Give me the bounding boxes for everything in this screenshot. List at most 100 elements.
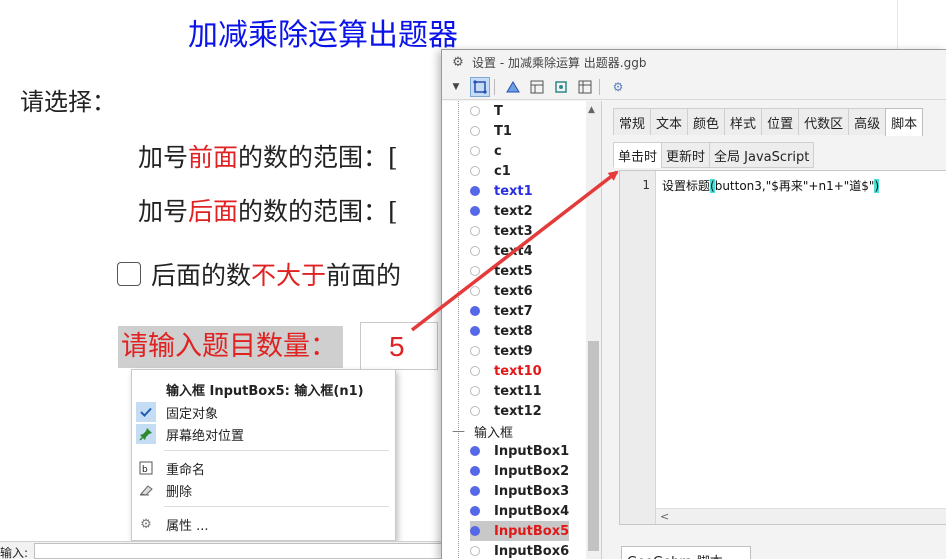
visibility-dot-icon[interactable] bbox=[470, 266, 480, 276]
subtab-2[interactable]: 全局 JavaScript bbox=[709, 142, 815, 168]
object-item[interactable]: InputBox6 bbox=[470, 541, 569, 559]
object-item[interactable]: text7 bbox=[470, 301, 533, 321]
prompt-text: 请选择： bbox=[20, 88, 116, 116]
property-tabs: 常规 文本 颜色 样式 位置 代数区 高级 脚本 bbox=[613, 108, 924, 136]
object-item[interactable]: text1 bbox=[470, 181, 533, 201]
visibility-dot-icon[interactable] bbox=[470, 406, 480, 416]
object-settings-icon[interactable] bbox=[470, 77, 490, 97]
collapse-minus-icon[interactable]: — bbox=[452, 424, 465, 439]
object-item[interactable]: InputBox4 bbox=[470, 501, 569, 521]
object-item[interactable]: InputBox1 bbox=[470, 441, 569, 461]
object-item[interactable]: text4 bbox=[470, 241, 533, 261]
visibility-dot-icon[interactable] bbox=[470, 246, 480, 256]
script-editor[interactable]: 1 设置标题(button3,"$再来"+n1+"道$") < bbox=[619, 170, 946, 525]
object-name: InputBox5 bbox=[494, 523, 570, 539]
tab-6[interactable]: 高级 bbox=[848, 108, 887, 135]
object-item[interactable]: T bbox=[470, 101, 503, 121]
tab-4[interactable]: 位置 bbox=[761, 108, 800, 135]
menu-item-fix-object[interactable]: 固定对象 bbox=[132, 401, 395, 423]
tab-0[interactable]: 常规 bbox=[613, 108, 652, 135]
defaults-icon[interactable] bbox=[575, 77, 595, 97]
script-language-select[interactable]: GeoGebra 脚本 bbox=[621, 546, 751, 559]
settings-title-bar: ⚙ 设置 - 加减乘除运算 出题器.ggb bbox=[442, 50, 946, 75]
object-item[interactable]: c bbox=[470, 141, 502, 161]
visibility-dot-icon[interactable] bbox=[470, 126, 480, 136]
visibility-dot-icon[interactable] bbox=[470, 486, 480, 496]
visibility-dot-icon[interactable] bbox=[470, 346, 480, 356]
algebra-view-icon[interactable] bbox=[527, 77, 547, 97]
object-name: text8 bbox=[494, 323, 533, 339]
code-close-bracket: ) bbox=[874, 179, 880, 193]
menu-item-rename[interactable]: b 重命名 bbox=[132, 457, 395, 479]
visibility-dot-icon[interactable] bbox=[470, 366, 480, 376]
visibility-dot-icon[interactable] bbox=[470, 546, 480, 556]
visibility-dot-icon[interactable] bbox=[470, 166, 480, 176]
object-item[interactable]: text6 bbox=[470, 281, 533, 301]
visibility-dot-icon[interactable] bbox=[470, 526, 480, 536]
object-item[interactable]: InputBox2 bbox=[470, 461, 569, 481]
script-subtabs: 单击时 更新时 全局 JavaScript bbox=[613, 142, 815, 168]
object-item[interactable]: c1 bbox=[470, 161, 511, 181]
object-item[interactable]: text8 bbox=[470, 321, 533, 341]
visibility-dot-icon[interactable] bbox=[470, 206, 480, 216]
tab-1[interactable]: 文本 bbox=[650, 108, 689, 135]
object-name: text4 bbox=[494, 243, 533, 259]
advanced-gears-icon[interactable]: ⚙ bbox=[608, 77, 628, 97]
question-count-label: 请输入题目数量： bbox=[118, 326, 343, 368]
script-code[interactable]: 设置标题(button3,"$再来"+n1+"道$") bbox=[662, 177, 880, 194]
visibility-dot-icon[interactable] bbox=[470, 466, 480, 476]
not-greater-checkbox[interactable] bbox=[117, 262, 141, 286]
rename-icon: b bbox=[136, 458, 156, 478]
visibility-dot-icon[interactable] bbox=[470, 506, 480, 516]
visibility-dot-icon[interactable] bbox=[470, 226, 480, 236]
not-greater-checkbox-row[interactable]: 后面的数 不大于 前面的 bbox=[117, 256, 401, 292]
collapse-triangle-icon[interactable]: ▼ bbox=[446, 77, 466, 97]
visibility-dot-icon[interactable] bbox=[470, 106, 480, 116]
scrollbar-thumb[interactable] bbox=[588, 341, 599, 551]
checkbox-label-pre: 后面的数 bbox=[151, 261, 252, 290]
input-bar-field[interactable] bbox=[34, 543, 454, 559]
tab-7[interactable]: 脚本 bbox=[885, 108, 924, 136]
object-list-scrollbar[interactable]: ▲ bbox=[586, 101, 601, 559]
svg-text:b: b bbox=[142, 465, 148, 475]
object-item[interactable]: text11 bbox=[470, 381, 542, 401]
layout-icon[interactable] bbox=[551, 77, 571, 97]
object-name: text10 bbox=[494, 363, 542, 379]
object-name: text11 bbox=[494, 383, 542, 399]
menu-item-label: 属性 ... bbox=[166, 518, 209, 534]
range-line-back-tail: [ bbox=[388, 197, 398, 226]
object-item[interactable]: text5 bbox=[470, 261, 533, 281]
tab-5[interactable]: 代数区 bbox=[798, 108, 850, 135]
object-item[interactable]: text10 bbox=[470, 361, 542, 381]
subtab-1[interactable]: 更新时 bbox=[661, 142, 711, 168]
object-name: InputBox3 bbox=[494, 483, 570, 499]
tab-3[interactable]: 样式 bbox=[724, 108, 763, 135]
group-inputbox[interactable]: — 输入框 bbox=[452, 421, 513, 441]
visibility-dot-icon[interactable] bbox=[470, 386, 480, 396]
visibility-dot-icon[interactable] bbox=[470, 326, 480, 336]
visibility-dot-icon[interactable] bbox=[470, 186, 480, 196]
menu-item-absolute-position[interactable]: 屏幕绝对位置 bbox=[132, 423, 395, 445]
visibility-dot-icon[interactable] bbox=[470, 286, 480, 296]
object-name: text1 bbox=[494, 183, 533, 199]
menu-item-properties[interactable]: ⚙ 属性 ... bbox=[132, 513, 395, 535]
object-item[interactable]: text12 bbox=[470, 401, 542, 421]
visibility-dot-icon[interactable] bbox=[470, 146, 480, 156]
object-item[interactable]: text9 bbox=[470, 341, 533, 361]
editor-horizontal-scrollbar[interactable]: < bbox=[656, 508, 946, 524]
question-count-input[interactable]: 5 bbox=[360, 322, 438, 370]
scroll-up-arrow-icon[interactable]: ▲ bbox=[588, 105, 595, 115]
object-item[interactable]: InputBox3 bbox=[470, 481, 569, 501]
object-item[interactable]: T1 bbox=[470, 121, 512, 141]
subtab-0[interactable]: 单击时 bbox=[613, 142, 663, 168]
object-item[interactable]: text2 bbox=[470, 201, 533, 221]
object-item[interactable]: InputBox5 bbox=[470, 521, 570, 541]
scroll-left-arrow-icon[interactable]: < bbox=[660, 510, 669, 523]
tab-2[interactable]: 颜色 bbox=[687, 108, 726, 135]
menu-item-delete[interactable]: 删除 bbox=[132, 479, 395, 501]
range-line-back: 加号后面的数的范围：[ bbox=[138, 192, 398, 228]
visibility-dot-icon[interactable] bbox=[470, 446, 480, 456]
graphics-view-icon[interactable] bbox=[503, 77, 523, 97]
visibility-dot-icon[interactable] bbox=[470, 306, 480, 316]
object-item[interactable]: text3 bbox=[470, 221, 533, 241]
